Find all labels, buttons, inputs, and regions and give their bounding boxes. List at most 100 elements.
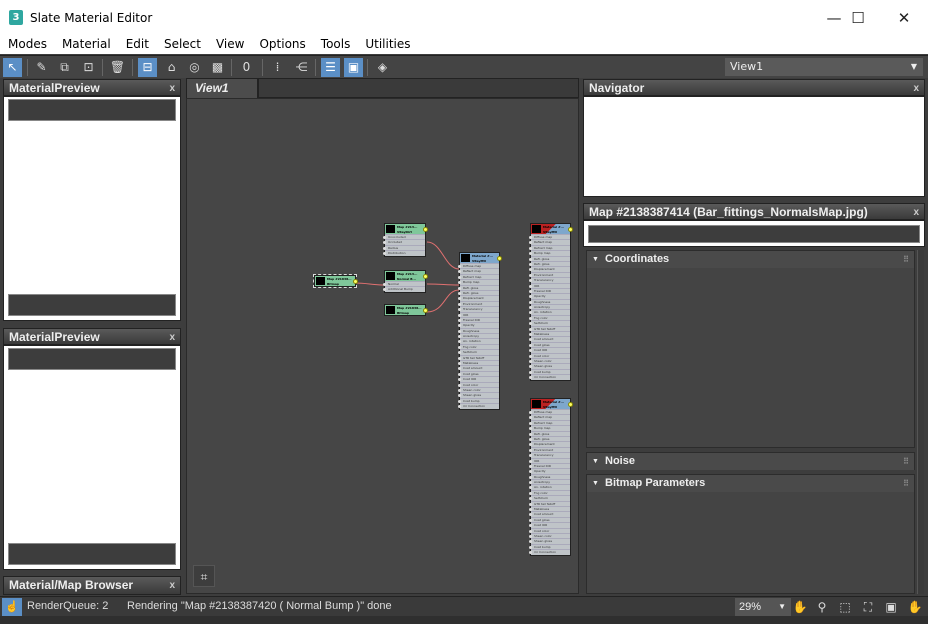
- zoom-extents-selected-icon[interactable]: ▣: [881, 598, 901, 616]
- pan-to-selected-icon[interactable]: ✋: [905, 598, 925, 616]
- node-slot[interactable]: Distribution: [383, 250, 425, 256]
- render-queue-icon[interactable]: ☝: [2, 598, 22, 616]
- menu-edit[interactable]: Edit: [126, 36, 149, 54]
- node-slot[interactable]: Additional Bump: [383, 286, 425, 292]
- pan-hand-icon[interactable]: ✋: [790, 598, 810, 616]
- wire-bitmap-to-normal: [354, 282, 385, 286]
- node-header[interactable]: Map #21838... Bitmap: [315, 276, 358, 286]
- view-select-value: View1: [730, 60, 764, 73]
- close-icon[interactable]: x: [913, 80, 919, 97]
- node-swatch: [316, 277, 325, 285]
- maximize-button[interactable]: ☐: [838, 6, 878, 30]
- node-header[interactable]: Map #213... VRayDirt: [385, 224, 428, 234]
- close-icon[interactable]: x: [913, 204, 919, 221]
- material-map-browser-header[interactable]: Material/Map Browser x: [3, 576, 181, 595]
- menu-utilities[interactable]: Utilities: [365, 36, 410, 54]
- map-name-area: [583, 220, 925, 247]
- node-slot[interactable]: mr Connection: [529, 374, 570, 380]
- node-title: Map #21838...: [397, 306, 422, 310]
- binoculars-icon[interactable]: ⌗: [193, 565, 215, 587]
- move-children-icon[interactable]: ⊟: [138, 58, 157, 77]
- assign-material-icon[interactable]: ⊡: [79, 58, 98, 77]
- param-scrollbar[interactable]: [917, 250, 924, 594]
- node-swatch: [386, 306, 395, 314]
- rollout-header[interactable]: Bitmap Parameters⠿: [587, 475, 914, 492]
- menu-options[interactable]: Options: [259, 36, 305, 54]
- title-bar: 3 Slate Material Editor — ☐ ✕: [0, 0, 928, 36]
- select-tool-icon[interactable]: ↖: [3, 58, 22, 77]
- node-type: Bitmap: [397, 310, 410, 315]
- material-preview-1: [3, 96, 181, 321]
- node-view-canvas[interactable]: Map #21838... Bitmap Map #213... VRayDirt Un…: [186, 98, 579, 594]
- close-icon[interactable]: x: [169, 329, 175, 346]
- output-socket[interactable]: [423, 227, 428, 232]
- app-icon: 3: [9, 10, 23, 25]
- status-message: Rendering "Map #2138387420 ( Normal Bump…: [127, 600, 392, 612]
- map-name-input[interactable]: [588, 225, 920, 243]
- node-swatch: [461, 254, 470, 262]
- rollout-header[interactable]: Coordinates⠿: [587, 251, 914, 268]
- zoom-dropdown[interactable]: 29% ▼: [735, 598, 791, 616]
- show-map-icon[interactable]: ◎: [185, 58, 204, 77]
- node-header[interactable]: Map #213... Normal B...: [385, 271, 428, 281]
- node-bitmap2[interactable]: Map #21838... Bitmap: [384, 304, 428, 316]
- output-socket[interactable]: [568, 402, 573, 407]
- show-background-icon[interactable]: ▩: [208, 58, 227, 77]
- put-to-scene-icon[interactable]: ⧉: [55, 58, 74, 77]
- close-icon[interactable]: x: [169, 577, 175, 594]
- panel-title: Material/Map Browser: [9, 578, 134, 592]
- delete-icon[interactable]: 🗑: [108, 58, 127, 77]
- material-id-icon[interactable]: 0: [237, 58, 256, 77]
- close-button[interactable]: ✕: [884, 6, 924, 30]
- node-header[interactable]: Material #... VRayMtl: [531, 224, 573, 234]
- wire-bitmap-to-refl: [426, 289, 460, 313]
- node-swatch: [532, 225, 541, 233]
- close-icon[interactable]: x: [169, 80, 175, 97]
- panel-title: Navigator: [589, 81, 645, 95]
- select-by-material-icon[interactable]: ◈: [373, 58, 392, 77]
- node-slot[interactable]: mr Connection: [458, 403, 499, 409]
- node-swatch: [386, 225, 395, 233]
- menu-modes[interactable]: Modes: [8, 36, 47, 54]
- layout-children-icon[interactable]: ⋲: [292, 58, 311, 77]
- material-preview-2: [3, 345, 181, 570]
- node-header[interactable]: Map #21838... Bitmap: [385, 305, 428, 315]
- eyedropper-icon[interactable]: ✎: [32, 58, 51, 77]
- output-socket[interactable]: [568, 227, 573, 232]
- panel-title: MaterialPreview: [9, 330, 100, 344]
- node-slot[interactable]: mr Connection: [529, 549, 570, 555]
- node-bitmap_left[interactable]: Map #21838... Bitmap: [313, 274, 358, 288]
- node-swatch: [386, 272, 395, 280]
- zoom-region-icon[interactable]: ⬚: [835, 598, 855, 616]
- parameter-editor-icon[interactable]: ▣: [344, 58, 363, 77]
- menu-view[interactable]: View: [216, 36, 244, 54]
- hide-unused-icon[interactable]: ⌂: [162, 58, 181, 77]
- node-mtl_right1[interactable]: Material #... VRayMtl Diffuse map Reflect m…: [529, 223, 573, 381]
- layout-all-icon[interactable]: ⁞: [268, 58, 287, 77]
- menu-select[interactable]: Select: [164, 36, 201, 54]
- node-normal_bump[interactable]: Map #213... Normal B... Normal Additional B…: [383, 270, 428, 293]
- rollout-header[interactable]: Noise⠿: [587, 453, 914, 470]
- zoom-icon[interactable]: ⚲: [812, 598, 832, 616]
- output-socket[interactable]: [423, 308, 428, 313]
- output-socket[interactable]: [353, 279, 358, 284]
- view-select-dropdown[interactable]: View1 ▼: [725, 58, 923, 76]
- node-header[interactable]: Material #... VRayMtl: [460, 253, 502, 263]
- menu-tools[interactable]: Tools: [321, 36, 351, 54]
- node-header[interactable]: Material #... VRayMtl: [531, 399, 573, 409]
- output-socket[interactable]: [423, 274, 428, 279]
- menu-material[interactable]: Material: [62, 36, 111, 54]
- render-queue-count: RenderQueue: 2: [27, 600, 109, 612]
- node-mtl_right2[interactable]: Material #... VRayMtl Diffuse map Reflect m…: [529, 398, 573, 556]
- node-vraydirt[interactable]: Map #213... VRayDirt Unoccluded Occluded Rad…: [383, 223, 428, 257]
- node-vraymtl[interactable]: Material #... VRayMtl Diffuse map Reflect m…: [458, 252, 502, 410]
- status-bar: ☝ RenderQueue: 2 Rendering "Map #2138387…: [0, 596, 928, 616]
- navigator-view[interactable]: [583, 96, 925, 197]
- preview-bottom-bar: [8, 543, 176, 565]
- zoom-extents-icon[interactable]: ⛶: [858, 598, 878, 616]
- tab-view1[interactable]: View1: [186, 78, 258, 98]
- panel-title: MaterialPreview: [9, 81, 100, 95]
- material-browser-icon[interactable]: ☰: [321, 58, 340, 77]
- output-socket[interactable]: [497, 256, 502, 261]
- preview-bottom-bar: [8, 294, 176, 316]
